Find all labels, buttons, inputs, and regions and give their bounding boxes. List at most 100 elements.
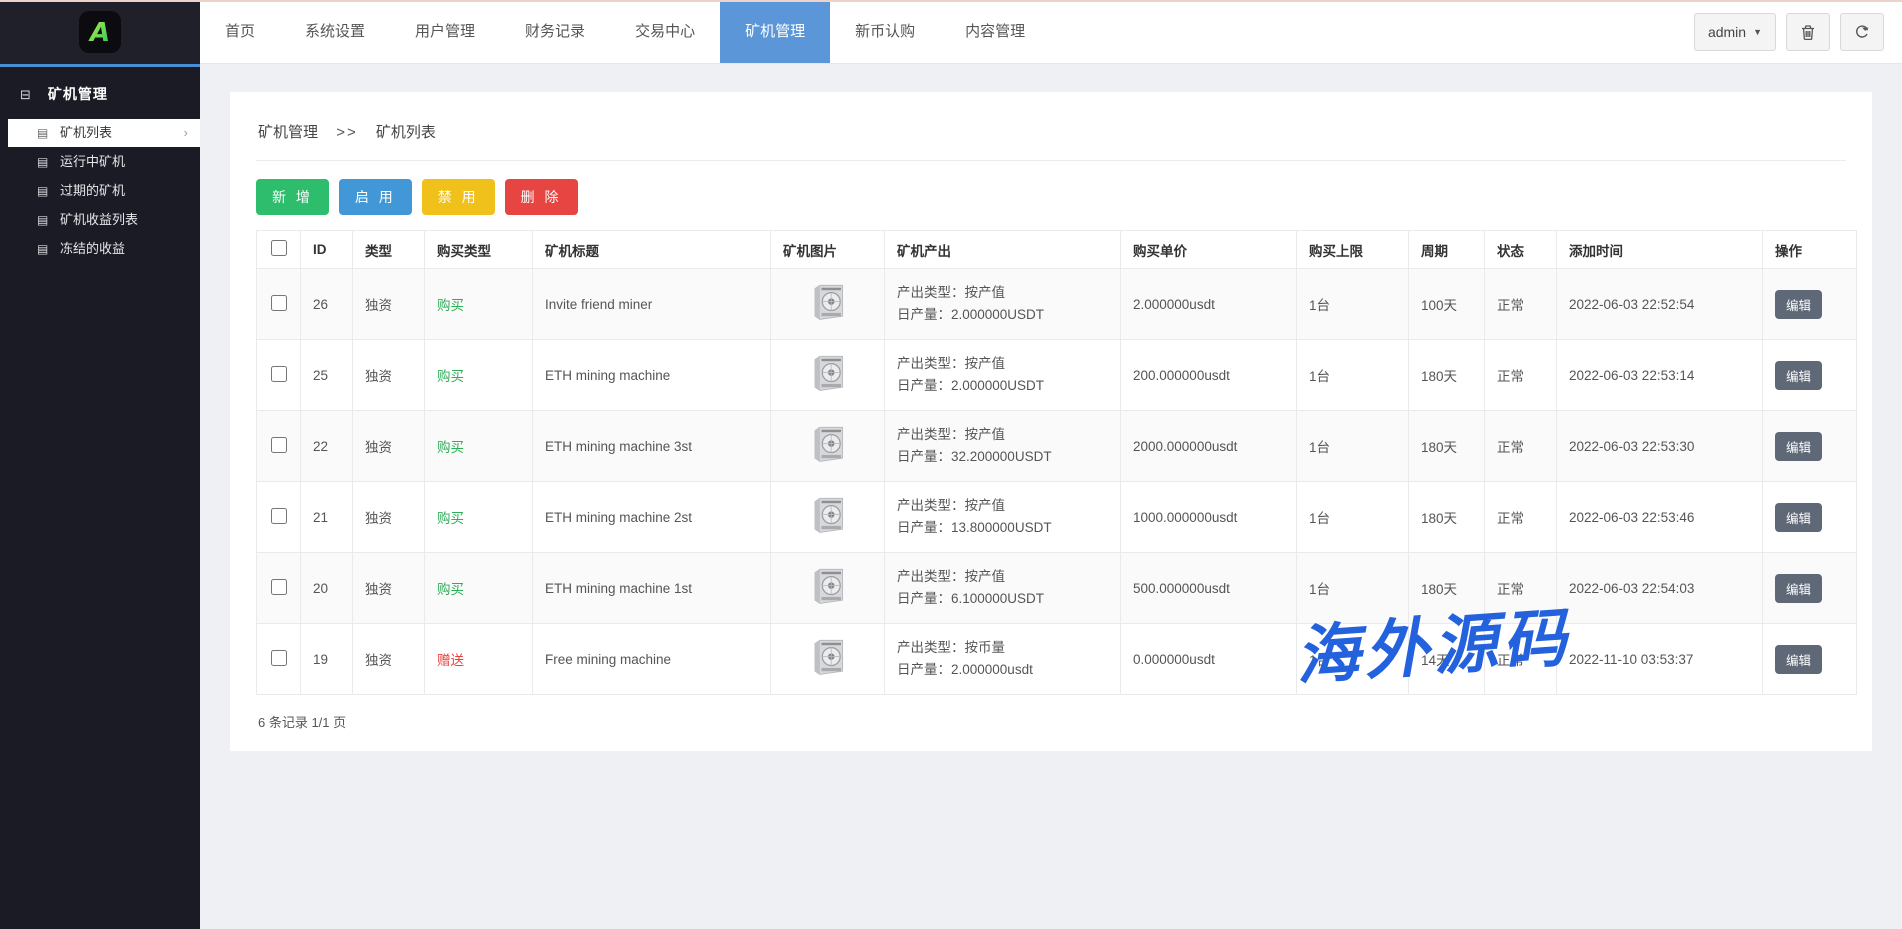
header-output: 矿机产出 (885, 231, 1121, 269)
record-count: 6 条记录 1/1 页 (256, 712, 1846, 731)
cell-actions: 编辑 (1763, 624, 1857, 695)
cell-title: ETH mining machine 1st (533, 553, 771, 624)
buy-type-badge: 购买 (437, 298, 464, 313)
cell-buy-type: 购买 (425, 482, 533, 553)
cell-actions: 编辑 (1763, 482, 1857, 553)
miner-image (802, 352, 854, 398)
cell-unit-price: 2000.000000usdt (1121, 411, 1297, 482)
cell-type: 独资 (353, 553, 425, 624)
nav-tab-user-management[interactable]: 用户管理 (390, 0, 500, 63)
clear-cache-button[interactable] (1786, 13, 1830, 51)
topbar: A 首页 系统设置 用户管理 财务记录 交易中心 矿机管理 新币认购 内容管理 … (0, 0, 1902, 64)
miner-image (802, 281, 854, 327)
nav-tab-finance-records[interactable]: 财务记录 (500, 0, 610, 63)
buy-type-badge: 购买 (437, 369, 464, 384)
nav-tab-home[interactable]: 首页 (200, 0, 280, 63)
header-actions: 操作 (1763, 231, 1857, 269)
cell-image (771, 482, 885, 553)
nav-tab-miner-management[interactable]: 矿机管理 (720, 0, 830, 63)
nav-tab-trade-center[interactable]: 交易中心 (610, 0, 720, 63)
edit-button[interactable]: 编辑 (1775, 645, 1822, 674)
breadcrumb-section: 矿机管理 (258, 124, 318, 141)
cell-actions: 编辑 (1763, 269, 1857, 340)
cell-image (771, 340, 885, 411)
admin-user-dropdown[interactable]: admin ▼ (1694, 13, 1776, 51)
cell-status: 正常 (1485, 553, 1557, 624)
cell-output: 产出类型：按产值 日产量：32.200000USDT (885, 411, 1121, 482)
nav-tab-content-management[interactable]: 内容管理 (940, 0, 1050, 63)
delete-button[interactable]: 删 除 (505, 179, 578, 215)
miner-image (802, 636, 854, 682)
header-type: 类型 (353, 231, 425, 269)
cell-type: 独资 (353, 624, 425, 695)
row-select-checkbox[interactable] (271, 295, 287, 311)
admin-app: A 首页 系统设置 用户管理 财务记录 交易中心 矿机管理 新币认购 内容管理 … (0, 0, 1902, 929)
cell-type: 独资 (353, 340, 425, 411)
content-card: 矿机管理 >> 矿机列表 新 增 启 用 禁 用 删 除 (230, 92, 1872, 751)
enable-button[interactable]: 启 用 (339, 179, 412, 215)
edit-button[interactable]: 编辑 (1775, 432, 1822, 461)
row-select-checkbox[interactable] (271, 366, 287, 382)
list-icon: ▤ (37, 148, 48, 176)
cell-period: 180天 (1409, 553, 1485, 624)
cell-buy-type: 赠送 (425, 624, 533, 695)
header-status: 状态 (1485, 231, 1557, 269)
edit-button[interactable]: 编辑 (1775, 503, 1822, 532)
breadcrumb-page: 矿机列表 (376, 124, 436, 141)
sidebar-section-header[interactable]: ⊟ 矿机管理 (0, 67, 200, 119)
row-select-checkbox[interactable] (271, 579, 287, 595)
cell-output: 产出类型：按产值 日产量：2.000000USDT (885, 340, 1121, 411)
chevron-down-icon: ▼ (1753, 27, 1762, 37)
list-icon: ▤ (37, 235, 48, 263)
sidebar-item-frozen-earnings[interactable]: ▤ 冻结的收益 (0, 235, 200, 263)
main-content: 矿机管理 >> 矿机列表 新 增 启 用 禁 用 删 除 (200, 64, 1902, 929)
nav-tab-system-settings[interactable]: 系统设置 (280, 0, 390, 63)
buy-type-badge: 购买 (437, 440, 464, 455)
buy-type-badge: 购买 (437, 511, 464, 526)
cell-id: 20 (301, 553, 353, 624)
cell-status: 正常 (1485, 482, 1557, 553)
edit-button[interactable]: 编辑 (1775, 574, 1822, 603)
cell-image (771, 411, 885, 482)
sidebar-item-running-miners[interactable]: ▤ 运行中矿机 (0, 148, 200, 176)
output-type: 产出类型：按产值 (897, 424, 1108, 446)
cell-id: 25 (301, 340, 353, 411)
row-select-checkbox[interactable] (271, 650, 287, 666)
list-icon: ▤ (37, 119, 48, 147)
cell-added-time: 2022-11-10 03:53:37 (1557, 624, 1763, 695)
output-daily: 日产量：6.100000USDT (897, 588, 1108, 610)
cell-id: 26 (301, 269, 353, 340)
miner-image (802, 494, 854, 540)
cell-actions: 编辑 (1763, 411, 1857, 482)
buy-type-badge: 赠送 (437, 653, 464, 668)
buy-type-badge: 购买 (437, 582, 464, 597)
cell-status: 正常 (1485, 269, 1557, 340)
row-select-checkbox[interactable] (271, 437, 287, 453)
logout-button[interactable] (1840, 13, 1884, 51)
sidebar-item-label: 冻结的收益 (60, 241, 125, 256)
nav-tab-new-coin-subscription[interactable]: 新币认购 (830, 0, 940, 63)
output-daily: 日产量：2.000000USDT (897, 375, 1108, 397)
cell-title: Invite friend miner (533, 269, 771, 340)
logout-icon (1854, 24, 1870, 41)
add-button[interactable]: 新 增 (256, 179, 329, 215)
header-id: ID (301, 231, 353, 269)
cell-period: 100天 (1409, 269, 1485, 340)
table-header-row: ID 类型 购买类型 矿机标题 矿机图片 矿机产出 购买单价 购买上限 周期 状… (257, 231, 1857, 269)
disable-button[interactable]: 禁 用 (422, 179, 495, 215)
row-select-checkbox[interactable] (271, 508, 287, 524)
select-all-checkbox[interactable] (271, 240, 287, 256)
sidebar-item-miner-list[interactable]: ▤ 矿机列表 › (8, 119, 200, 147)
edit-button[interactable]: 编辑 (1775, 290, 1822, 319)
sidebar-item-expired-miners[interactable]: ▤ 过期的矿机 (0, 177, 200, 205)
cell-buy-type: 购买 (425, 269, 533, 340)
sidebar-item-miner-earnings-list[interactable]: ▤ 矿机收益列表 (0, 206, 200, 234)
miner-image (802, 565, 854, 611)
cell-title: Free mining machine (533, 624, 771, 695)
cell-status: 正常 (1485, 411, 1557, 482)
cell-buy-limit: 1台 (1297, 624, 1409, 695)
cell-id: 19 (301, 624, 353, 695)
edit-button[interactable]: 编辑 (1775, 361, 1822, 390)
cell-buy-limit: 1台 (1297, 340, 1409, 411)
cell-period: 180天 (1409, 482, 1485, 553)
